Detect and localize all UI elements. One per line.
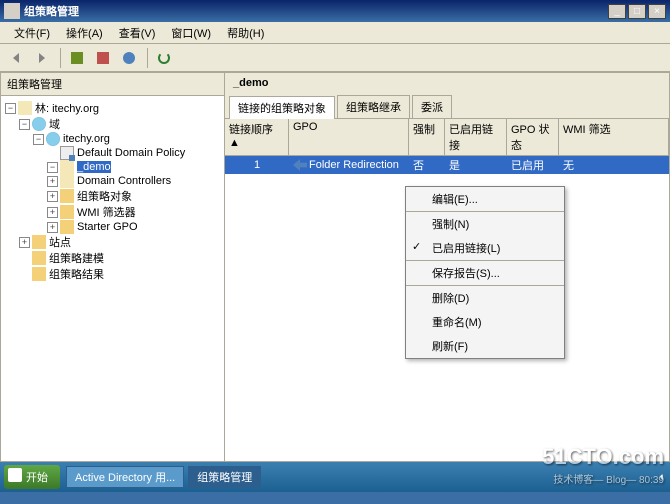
expand-icon[interactable]: − (19, 119, 30, 130)
tree[interactable]: −林: itechy.org −域 −itechy.org Default Do… (1, 96, 224, 461)
tabs: 链接的组策略对象 组策略继承 委派 (225, 93, 669, 119)
tool-refresh-button[interactable] (152, 47, 176, 69)
sites-icon (32, 235, 46, 249)
grid-body[interactable]: 1 Folder Redirection 否 是 已启用 无 编辑(E)... … (225, 156, 669, 461)
expand-icon[interactable]: + (47, 222, 58, 233)
results-icon (32, 267, 46, 281)
domain-icon (32, 117, 46, 131)
app-icon (4, 3, 20, 19)
taskbar-app-ad[interactable]: Active Directory 用... (66, 466, 184, 488)
expand-icon[interactable]: + (47, 191, 58, 202)
menu-file[interactable]: 文件(F) (6, 23, 58, 43)
modeling-icon (32, 251, 46, 265)
folder-icon (60, 189, 74, 203)
folder-icon (60, 205, 74, 219)
toolbar (0, 44, 670, 72)
menu-view[interactable]: 查看(V) (111, 23, 164, 43)
expand-icon[interactable]: − (47, 162, 58, 173)
expand-icon[interactable]: + (19, 237, 30, 248)
ou-icon (60, 174, 74, 188)
expand-icon[interactable]: + (47, 176, 58, 187)
menu-help[interactable]: 帮助(H) (219, 23, 272, 43)
close-button[interactable]: × (648, 4, 666, 19)
expand-icon[interactable]: − (5, 103, 16, 114)
col-wmi[interactable]: WMI 筛选 (559, 119, 669, 155)
ou-icon (60, 160, 74, 174)
ctx-rename[interactable]: 重命名(M) (406, 310, 564, 334)
menu-bar: 文件(F) 操作(A) 查看(V) 窗口(W) 帮助(H) (0, 22, 670, 44)
tool-help-button[interactable] (117, 47, 141, 69)
taskbar-app-gpmc[interactable]: 组策略管理 (188, 466, 261, 488)
details-header: _demo (225, 73, 669, 93)
tool-add-button[interactable] (65, 47, 89, 69)
folder-icon (60, 220, 74, 234)
menu-window[interactable]: 窗口(W) (163, 23, 219, 43)
table-row[interactable]: 1 Folder Redirection 否 是 已启用 无 (225, 156, 669, 174)
forward-button[interactable] (30, 47, 54, 69)
tab-delegation[interactable]: 委派 (412, 95, 452, 118)
tree-selected[interactable]: _demo (77, 161, 111, 173)
grid-header: 链接顺序 ▲ GPO 强制 已启用链接 GPO 状态 WMI 筛选 (225, 119, 669, 156)
domain-icon (46, 132, 60, 146)
ctx-delete[interactable]: 删除(D) (406, 285, 564, 310)
watermark-sub: 技术博客— Blog— 80:39 (553, 471, 664, 486)
gpo-link-icon (293, 159, 307, 171)
maximize-button[interactable]: □ (628, 4, 646, 19)
tree-pane: 组策略管理 −林: itechy.org −域 −itechy.org Defa… (0, 72, 225, 462)
watermark: 51CTO.com (542, 444, 664, 470)
context-menu: 编辑(E)... 强制(N) 已启用链接(L) 保存报告(S)... 删除(D)… (405, 186, 565, 359)
details-pane: _demo 链接的组策略对象 组策略继承 委派 链接顺序 ▲ GPO 强制 已启… (225, 72, 670, 462)
gpo-icon (60, 146, 74, 160)
col-order[interactable]: 链接顺序 ▲ (225, 119, 289, 155)
back-button[interactable] (4, 47, 28, 69)
start-button[interactable]: 开始 (4, 465, 60, 489)
col-linked[interactable]: 已启用链接 (445, 119, 507, 155)
ctx-enable-link[interactable]: 已启用链接(L) (406, 236, 564, 260)
tool-delete-button[interactable] (91, 47, 115, 69)
tab-linked-gpo[interactable]: 链接的组策略对象 (229, 96, 335, 119)
window-title: 组策略管理 (24, 3, 606, 19)
minimize-button[interactable]: _ (608, 4, 626, 19)
tab-inheritance[interactable]: 组策略继承 (337, 95, 410, 118)
tree-title: 组策略管理 (1, 73, 224, 96)
menu-action[interactable]: 操作(A) (58, 23, 111, 43)
forest-icon (18, 101, 32, 115)
col-status[interactable]: GPO 状态 (507, 119, 559, 155)
col-gpo[interactable]: GPO (289, 119, 409, 155)
ctx-refresh[interactable]: 刷新(F) (406, 334, 564, 358)
ctx-force[interactable]: 强制(N) (406, 211, 564, 236)
expand-icon[interactable]: + (47, 207, 58, 218)
expand-icon[interactable]: − (33, 134, 44, 145)
ctx-edit[interactable]: 编辑(E)... (406, 187, 564, 211)
ctx-save-report[interactable]: 保存报告(S)... (406, 260, 564, 285)
col-forced[interactable]: 强制 (409, 119, 445, 155)
title-bar: 组策略管理 _ □ × (0, 0, 670, 22)
